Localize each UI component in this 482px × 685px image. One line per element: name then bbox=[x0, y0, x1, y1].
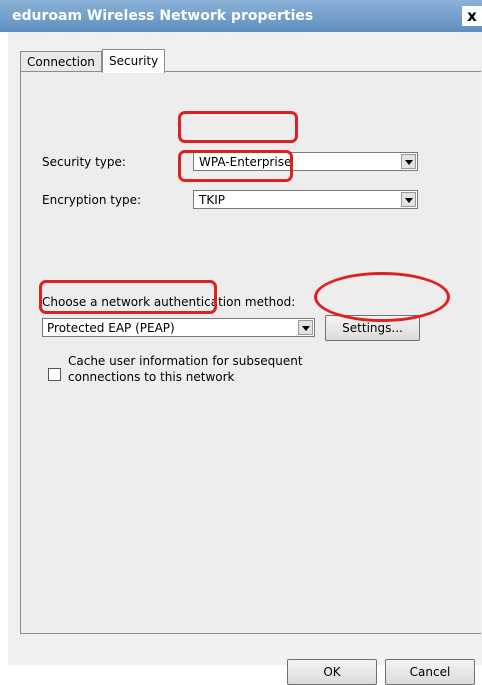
encryption-type-select[interactable]: TKIP bbox=[193, 190, 418, 209]
encryption-type-label: Encryption type: bbox=[42, 193, 142, 207]
auth-method-select[interactable]: Protected EAP (PEAP) bbox=[42, 318, 315, 337]
chevron-down-icon[interactable] bbox=[401, 154, 416, 169]
cache-user-info-checkbox[interactable] bbox=[48, 368, 61, 381]
tab-security-label: Security bbox=[109, 54, 159, 68]
cache-user-info-label-line1: Cache user information for subsequent bbox=[68, 354, 303, 368]
cache-user-info-label-line2: connections to this network bbox=[68, 370, 235, 384]
auth-method-value: Protected EAP (PEAP) bbox=[47, 321, 175, 335]
security-type-value: WPA-Enterprise bbox=[199, 155, 292, 169]
cancel-button[interactable]: Cancel bbox=[385, 659, 475, 685]
tab-security[interactable]: Security bbox=[102, 49, 166, 73]
tab-connection[interactable]: Connection bbox=[20, 51, 102, 72]
close-icon[interactable]: x bbox=[462, 6, 482, 26]
auth-method-label: Choose a network authentication method: bbox=[42, 295, 296, 309]
settings-button[interactable]: Settings... bbox=[325, 315, 420, 341]
chevron-down-icon[interactable] bbox=[298, 320, 313, 335]
chevron-down-icon[interactable] bbox=[401, 192, 416, 207]
window-title: eduroam Wireless Network properties bbox=[12, 8, 314, 24]
encryption-type-value: TKIP bbox=[199, 193, 225, 207]
dialog-body: Connection Security Security type: WPA-E… bbox=[8, 32, 482, 685]
ok-button[interactable]: OK bbox=[287, 659, 377, 685]
title-bar: eduroam Wireless Network properties x bbox=[0, 0, 482, 32]
tab-connection-label: Connection bbox=[27, 55, 95, 69]
security-type-label: Security type: bbox=[42, 155, 126, 169]
security-type-select[interactable]: WPA-Enterprise bbox=[193, 152, 418, 171]
security-tab-panel: Security type: WPA-Enterprise Encryption… bbox=[20, 71, 481, 685]
